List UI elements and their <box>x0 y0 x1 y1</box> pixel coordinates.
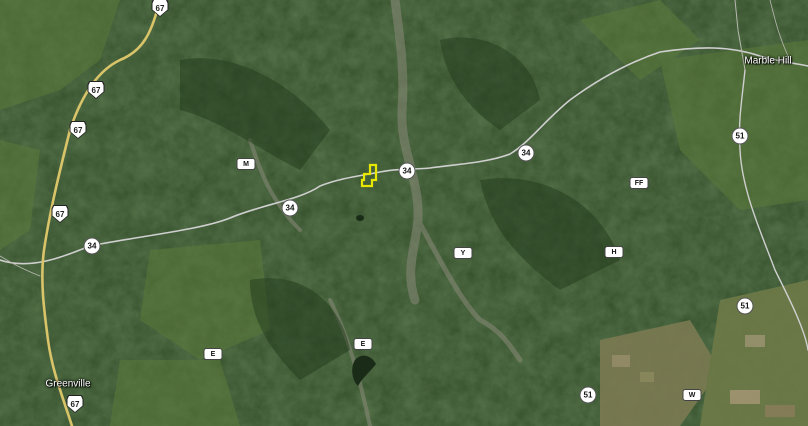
route-34-shield[interactable]: 34 <box>282 200 298 216</box>
town-label-greenville[interactable]: Greenville <box>45 379 90 390</box>
route-51-shield[interactable]: 51 <box>737 298 753 314</box>
us-67-shield[interactable]: 67 <box>66 395 84 413</box>
route-51-shield[interactable]: 51 <box>732 128 748 144</box>
route-34-label: 34 <box>282 200 298 216</box>
county-route-label: Y <box>454 248 472 258</box>
route-34-label: 34 <box>399 163 415 179</box>
us-67-label: 67 <box>152 0 168 16</box>
county-route-label: H <box>605 247 623 257</box>
county-route-m-shield[interactable]: M <box>237 159 255 169</box>
county-route-label: E <box>354 339 372 349</box>
county-route-label: W <box>683 390 701 400</box>
town-label-marble-hill[interactable]: Marble Hill <box>744 56 791 67</box>
route-34-label: 34 <box>518 145 534 161</box>
county-route-e-shield[interactable]: E <box>354 339 372 349</box>
route-51-label: 51 <box>737 298 753 314</box>
county-route-e-shield[interactable]: E <box>204 349 222 359</box>
route-51-label: 51 <box>732 128 748 144</box>
county-route-y-shield[interactable]: Y <box>454 248 472 258</box>
map-imagery <box>0 0 808 426</box>
us-67-shield[interactable]: 67 <box>51 205 69 223</box>
satellite-map[interactable]: 67 67 67 67 67 34 34 34 34 51 51 51 M FF… <box>0 0 808 426</box>
route-34-label: 34 <box>84 238 100 254</box>
us-67-label: 67 <box>88 82 104 98</box>
us-67-label: 67 <box>52 206 68 222</box>
county-route-label: E <box>204 349 222 359</box>
route-51-shield[interactable]: 51 <box>580 387 596 403</box>
county-route-label: FF <box>630 178 648 188</box>
route-34-shield[interactable]: 34 <box>399 163 415 179</box>
route-34-shield[interactable]: 34 <box>84 238 100 254</box>
county-route-label: M <box>237 159 255 169</box>
county-route-h-shield[interactable]: H <box>605 247 623 257</box>
us-67-label: 67 <box>70 122 86 138</box>
us-67-shield[interactable]: 67 <box>87 81 105 99</box>
county-route-w-shield[interactable]: W <box>683 390 701 400</box>
us-67-label: 67 <box>67 396 83 412</box>
county-route-ff-shield[interactable]: FF <box>630 178 648 188</box>
us-67-shield[interactable]: 67 <box>69 121 87 139</box>
route-34-shield[interactable]: 34 <box>518 145 534 161</box>
us-67-shield[interactable]: 67 <box>151 0 169 17</box>
route-51-label: 51 <box>580 387 596 403</box>
